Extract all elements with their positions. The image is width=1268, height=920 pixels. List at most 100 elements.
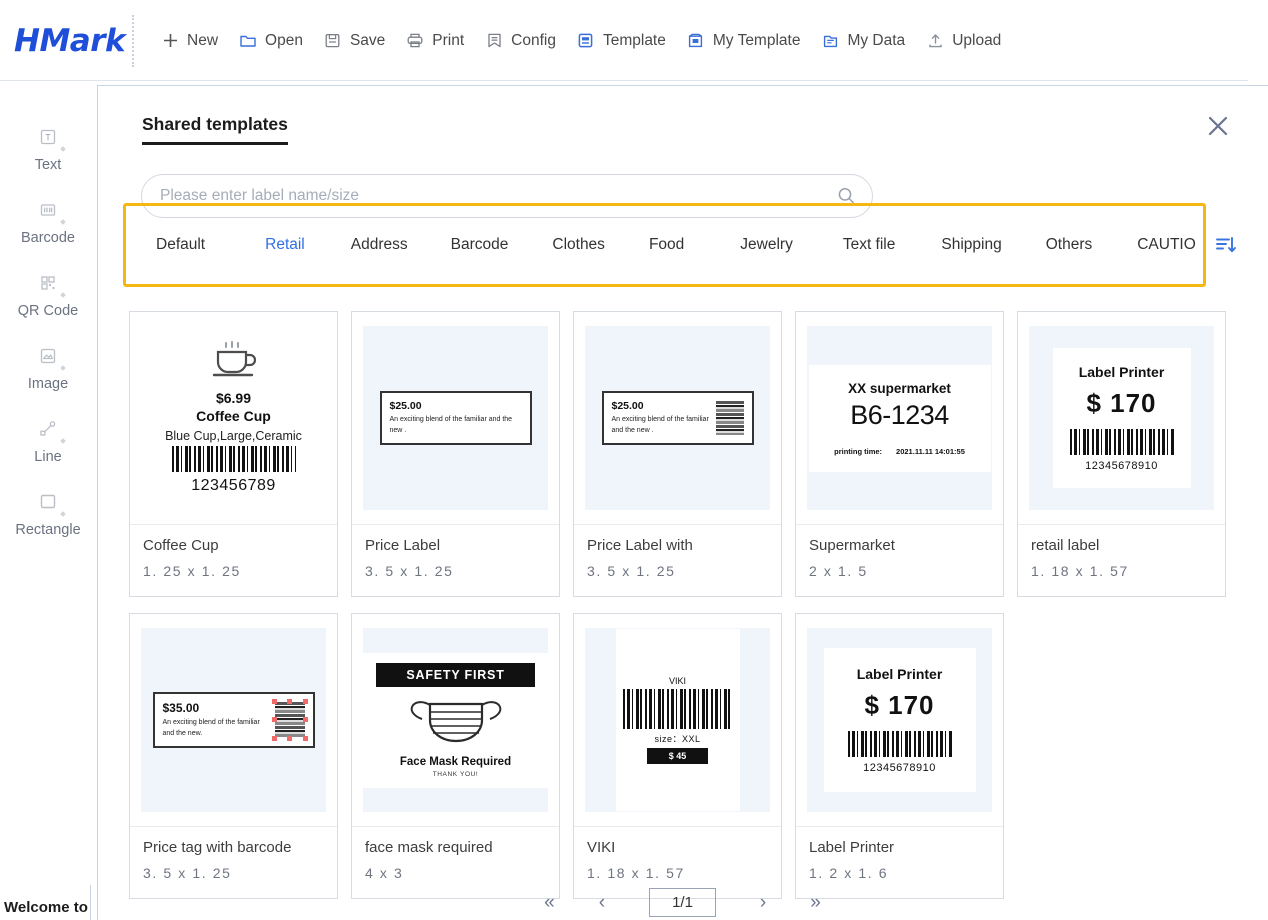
sidebar-item-image[interactable]: Image: [0, 343, 96, 392]
template-card[interactable]: $35.00 An exciting blend of the familiar…: [129, 613, 338, 899]
tab-default[interactable]: Default: [156, 230, 205, 260]
menu-item-upload[interactable]: Upload: [915, 25, 1011, 57]
bookmark-config-icon: [484, 31, 504, 51]
preview-price: $ 170: [864, 690, 935, 720]
sidebar-item-label: Rectangle: [15, 522, 81, 538]
barcode-graphic: [715, 401, 744, 435]
template-card[interactable]: $6.99 Coffee Cup Blue Cup,Large,Ceramic …: [129, 311, 338, 597]
pagination-next-button[interactable]: ›: [760, 893, 766, 912]
template-name: Price tag with barcode: [143, 839, 292, 856]
selected-barcode-graphic: [271, 699, 308, 741]
pagination-first-button[interactable]: «: [544, 893, 555, 912]
preview-title: Coffee Cup: [196, 408, 271, 424]
preview-code: B6-1234: [850, 399, 949, 430]
face-mask-icon: [410, 700, 501, 742]
sidebar-item-text[interactable]: T Text: [0, 124, 96, 173]
template-grid: $6.99 Coffee Cup Blue Cup,Large,Ceramic …: [129, 311, 1239, 899]
template-preview: Label Printer $ 170 12345678910: [796, 614, 1003, 827]
preview-price: $6.99: [215, 390, 252, 406]
tab-caution[interactable]: CAUTIO: [1137, 230, 1196, 260]
template-preview: $6.99 Coffee Cup Blue Cup,Large,Ceramic …: [130, 312, 337, 525]
search-icon[interactable]: [820, 175, 872, 217]
sidebar-item-barcode[interactable]: Barcode: [0, 197, 96, 246]
template-size: 1. 18 x 1. 57: [587, 864, 685, 881]
tab-jewelry[interactable]: Jewelry: [740, 230, 793, 260]
pagination-last-button[interactable]: »: [810, 893, 821, 912]
barcode-graphic: [1069, 429, 1174, 455]
tab-clothes[interactable]: Clothes: [552, 230, 605, 260]
barcode-graphic: [622, 689, 733, 729]
template-name: face mask required: [365, 839, 493, 856]
template-size: 1. 25 x 1. 25: [143, 562, 241, 579]
category-tabs: Default Retail Address Barcode Clothes F…: [138, 216, 1198, 274]
tab-shipping[interactable]: Shipping: [941, 230, 1001, 260]
menu-item-my-template[interactable]: My Template: [676, 25, 811, 57]
sidebar-item-rectangle[interactable]: Rectangle: [0, 489, 96, 538]
search-field[interactable]: [141, 174, 873, 218]
pagination-prev-button[interactable]: ‹: [599, 893, 605, 912]
preview-size-text: size：XXL: [654, 734, 701, 744]
close-icon[interactable]: [1200, 108, 1236, 144]
dialog-title: Shared templates: [142, 114, 288, 145]
pagination-page-indicator[interactable]: 1/1: [649, 888, 716, 917]
my-template-icon: [686, 31, 706, 51]
menu-item-template[interactable]: Template: [566, 25, 676, 57]
app-logo: HMark: [14, 22, 126, 59]
template-card[interactable]: VIKI size：XXL $ 45 VIKI 1. 18 x 1. 57: [573, 613, 782, 899]
folder-icon: [238, 31, 258, 51]
menu-item-save[interactable]: Save: [313, 25, 395, 57]
tab-retail[interactable]: Retail: [265, 230, 305, 260]
coffee-cup-icon: [212, 341, 256, 377]
tab-food[interactable]: Food: [649, 230, 684, 260]
template-size: 1. 18 x 1. 57: [1031, 562, 1129, 579]
tools-sidebar: T Text Barcode QR Code Image Line Rectan…: [0, 82, 96, 920]
template-card[interactable]: Label Printer $ 170 12345678910 Label Pr…: [795, 613, 1004, 899]
sidebar-item-line[interactable]: Line: [0, 416, 96, 465]
price-tag-graphic: $35.00 An exciting blend of the familiar…: [152, 692, 315, 748]
preview-barcode-number: 123456789: [191, 477, 276, 494]
preview-price: $ 45: [646, 748, 709, 764]
shared-templates-dialog: Shared templates Default Retail Address …: [97, 85, 1268, 920]
menu-label: New: [187, 31, 219, 49]
template-card[interactable]: $25.00 An exciting blend of the familiar…: [351, 311, 560, 597]
menu-item-new[interactable]: New: [150, 25, 228, 57]
sidebar-item-label: Barcode: [20, 230, 75, 246]
tab-text-file[interactable]: Text file: [843, 230, 896, 260]
tab-barcode[interactable]: Barcode: [451, 230, 509, 260]
menu-item-open[interactable]: Open: [228, 25, 313, 57]
template-card[interactable]: Label Printer $ 170 12345678910 retail l…: [1017, 311, 1226, 597]
preview-price: $25.00: [389, 400, 422, 413]
price-label-graphic: $25.00 An exciting blend of the familiar…: [379, 391, 532, 445]
preview-desc: Blue Cup,Large,Ceramic: [165, 429, 302, 443]
main-menu: New Open Save Print Config Template My T…: [150, 25, 1011, 57]
sidebar-item-label: Image: [27, 376, 69, 392]
template-preview: XX supermarket B6-1234 printing time: 20…: [796, 312, 1003, 525]
menu-item-config[interactable]: Config: [474, 25, 566, 57]
tab-address[interactable]: Address: [351, 230, 408, 260]
printer-icon: [405, 31, 425, 51]
preview-desc: An exciting blend of the familiar and th…: [611, 416, 709, 434]
header-divider: [132, 14, 134, 67]
template-preview: SAFETY FIRST Face Mask Required THANK YO…: [352, 614, 559, 827]
template-name: retail label: [1031, 537, 1100, 554]
template-size: 2 x 1. 5: [809, 562, 868, 579]
menu-label: Template: [602, 31, 666, 49]
template-card[interactable]: $25.00 An exciting blend of the familiar…: [573, 311, 782, 597]
preview-barcode-number: 12345678910: [863, 762, 936, 774]
menu-label: Open: [265, 31, 303, 49]
rectangle-tool-icon: [35, 489, 61, 515]
tab-others[interactable]: Others: [1046, 230, 1093, 260]
text-tool-icon: T: [35, 124, 61, 150]
preview-header: Label Printer: [1078, 364, 1165, 380]
sort-descending-icon[interactable]: [1211, 231, 1241, 261]
preview-price: $25.00: [611, 400, 644, 413]
sidebar-item-qrcode[interactable]: QR Code: [0, 270, 96, 319]
menu-item-print[interactable]: Print: [395, 25, 474, 57]
search-input[interactable]: [142, 187, 820, 205]
preview-price: $35.00: [162, 701, 200, 716]
template-card[interactable]: SAFETY FIRST Face Mask Required THANK YO…: [351, 613, 560, 899]
template-size: 3. 5 x 1. 25: [587, 562, 676, 579]
template-card[interactable]: XX supermarket B6-1234 printing time: 20…: [795, 311, 1004, 597]
menu-item-my-data[interactable]: My Data: [810, 25, 915, 57]
status-divider: [90, 885, 91, 920]
